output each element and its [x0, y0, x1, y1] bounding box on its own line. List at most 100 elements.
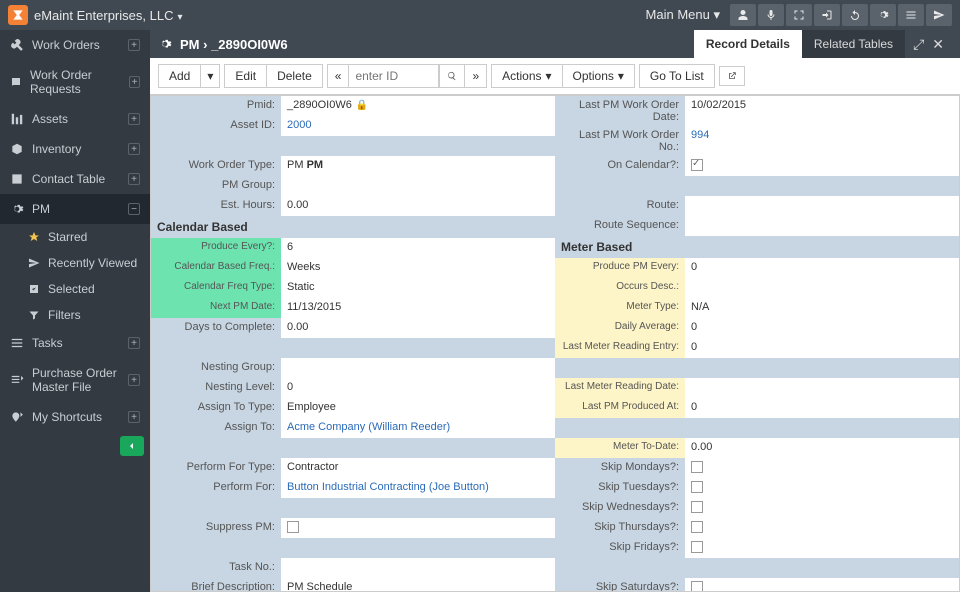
options-dropdown[interactable]: Options ▾: [563, 64, 635, 88]
sidebar-item-wo-requests[interactable]: Work Order Requests +: [0, 60, 150, 104]
label-pf: Perform For:: [151, 478, 281, 498]
plus-icon[interactable]: +: [128, 411, 140, 423]
label-lastdate: Last PM Work Order Date:: [555, 96, 685, 126]
label-calfreq: Calendar Based Freq.:: [151, 258, 281, 278]
value-calfreqtype: Static: [281, 278, 555, 298]
sidebar-item-pm[interactable]: PM −: [0, 194, 150, 224]
value-dtc: 0.00: [281, 318, 555, 338]
label-routeseq: Route Sequence:: [555, 216, 685, 236]
main-menu-dropdown[interactable]: Main Menu ▾: [646, 7, 720, 23]
add-dropdown[interactable]: ▾: [201, 64, 220, 88]
logout-icon[interactable]: [814, 4, 840, 26]
sidebar-sub-filters[interactable]: Filters: [18, 302, 150, 328]
value-lastno[interactable]: 994: [685, 126, 959, 156]
prev-button[interactable]: «: [327, 64, 350, 88]
expand-icon[interactable]: ⤢: [913, 36, 924, 53]
label-mtype: Meter Type:: [555, 298, 685, 318]
label-calfreqtype: Calendar Freq Type:: [151, 278, 281, 298]
plus-icon[interactable]: +: [128, 337, 140, 349]
value-atot: Employee: [281, 398, 555, 418]
label-davg: Daily Average:: [555, 318, 685, 338]
label-lmrd: Last Meter Reading Date:: [555, 378, 685, 398]
add-button[interactable]: Add: [158, 64, 201, 88]
goto-list-button[interactable]: Go To List: [639, 64, 715, 88]
sidebar-item-shortcuts[interactable]: My Shortcuts +: [0, 402, 150, 432]
checkbox-skiptue[interactable]: [691, 481, 703, 493]
edit-button[interactable]: Edit: [224, 64, 267, 88]
label-ngroup: Nesting Group:: [151, 358, 281, 378]
plus-icon[interactable]: +: [129, 76, 140, 88]
next-button[interactable]: »: [465, 64, 487, 88]
plus-icon[interactable]: +: [128, 143, 140, 155]
label-skipmon: Skip Mondays?:: [555, 458, 685, 478]
value-pmevery: 0: [685, 258, 959, 278]
value-nextpm: 11/13/2015: [281, 298, 555, 318]
checkbox-skipthu[interactable]: [691, 521, 703, 533]
checkbox-suppress[interactable]: [287, 521, 299, 533]
label-lastno: Last PM Work Order No.:: [555, 126, 685, 156]
label-lpmp: Last PM Produced At:: [555, 398, 685, 418]
value-pmid: _2890OI0W6🔒: [281, 96, 555, 116]
label-pmid: Pmid:: [151, 96, 281, 116]
checkbox-skipsat[interactable]: [691, 581, 703, 592]
minus-icon[interactable]: −: [128, 203, 140, 215]
sidebar-item-tasks[interactable]: Tasks +: [0, 328, 150, 358]
label-occdesc: Occurs Desc.:: [555, 278, 685, 298]
chevron-down-icon: ▾: [177, 12, 182, 23]
label-assetid: Asset ID:: [151, 116, 281, 136]
delete-button[interactable]: Delete: [267, 64, 323, 88]
id-input[interactable]: [349, 64, 439, 88]
value-taskno: [281, 558, 555, 578]
label-dtc: Days to Complete:: [151, 318, 281, 338]
sidebar-sub-starred[interactable]: Starred: [18, 224, 150, 250]
sidebar-item-work-orders[interactable]: Work Orders +: [0, 30, 150, 60]
topbar: eMaint Enterprises, LLC▾ Main Menu ▾: [0, 0, 960, 30]
checkbox-oncal[interactable]: [691, 159, 703, 171]
plus-icon[interactable]: +: [128, 39, 140, 51]
label-esthours: Est. Hours:: [151, 196, 281, 216]
value-suppress: [281, 518, 555, 538]
label-skipwed: Skip Wednesdays?:: [555, 498, 685, 518]
label-skiptue: Skip Tuesdays?:: [555, 478, 685, 498]
checkbox-skipfri[interactable]: [691, 541, 703, 553]
plus-icon[interactable]: +: [128, 173, 140, 185]
value-skipmon: [685, 458, 959, 478]
fullscreen-icon[interactable]: [786, 4, 812, 26]
actions-dropdown[interactable]: Actions ▾: [491, 64, 562, 88]
sidebar-sub-recent[interactable]: Recently Viewed: [18, 250, 150, 276]
refresh-icon[interactable]: [842, 4, 868, 26]
collapse-sidebar-button[interactable]: [120, 436, 144, 456]
plus-icon[interactable]: +: [128, 113, 140, 125]
user-icon[interactable]: [730, 4, 756, 26]
label-brief: Brief Description:: [151, 578, 281, 592]
search-button[interactable]: [439, 64, 465, 88]
value-skipfri: [685, 538, 959, 558]
sidebar-sub-selected[interactable]: Selected: [18, 276, 150, 302]
checkbox-skipwed[interactable]: [691, 501, 703, 513]
value-assetid[interactable]: 2000: [281, 116, 555, 136]
label-ato: Assign To:: [151, 418, 281, 438]
value-skipthu: [685, 518, 959, 538]
gear-icon: [158, 37, 172, 51]
value-pf[interactable]: Button Industrial Contracting (Joe Butto…: [281, 478, 555, 498]
close-icon[interactable]: ✕: [932, 36, 944, 53]
sidebar-item-po-master[interactable]: Purchase Order Master File +: [0, 358, 150, 402]
external-link-button[interactable]: [719, 66, 745, 86]
breadcrumb[interactable]: PM › _2890OI0W6: [180, 37, 288, 52]
label-nextpm: Next PM Date:: [151, 298, 281, 318]
value-ato[interactable]: Acme Company (William Reeder): [281, 418, 555, 438]
send-icon[interactable]: [926, 4, 952, 26]
sidebar-item-assets[interactable]: Assets +: [0, 104, 150, 134]
sidebar-item-contact-table[interactable]: Contact Table +: [0, 164, 150, 194]
label-skipfri: Skip Fridays?:: [555, 538, 685, 558]
checkbox-skipmon[interactable]: [691, 461, 703, 473]
plus-icon[interactable]: +: [128, 374, 140, 386]
tab-record-details[interactable]: Record Details: [694, 30, 802, 58]
tab-related-tables[interactable]: Related Tables: [802, 30, 905, 58]
list-icon[interactable]: [898, 4, 924, 26]
gear-icon[interactable]: [870, 4, 896, 26]
sidebar-item-inventory[interactable]: Inventory +: [0, 134, 150, 164]
brand-dropdown[interactable]: eMaint Enterprises, LLC▾: [34, 8, 182, 23]
value-brief: PM Schedule: [281, 578, 555, 592]
mic-icon[interactable]: [758, 4, 784, 26]
